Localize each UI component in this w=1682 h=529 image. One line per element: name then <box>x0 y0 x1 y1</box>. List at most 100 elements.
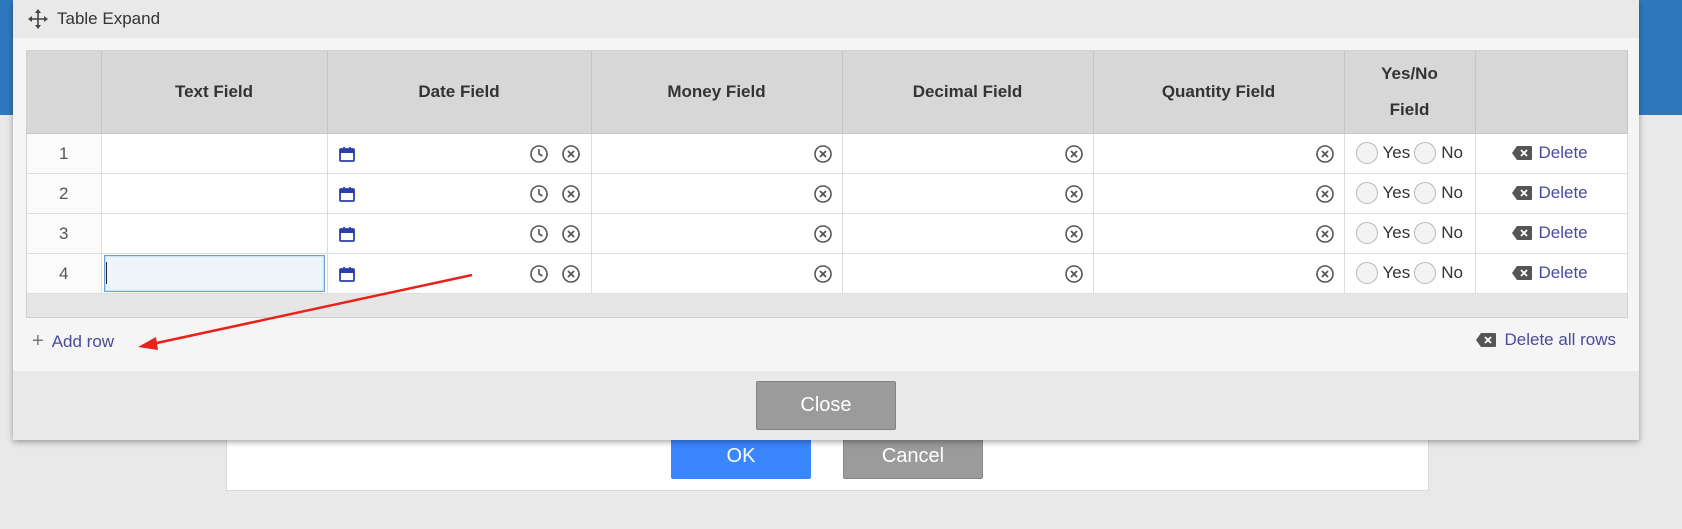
column-header-yes-no-field: Yes/No Field <box>1344 51 1476 134</box>
column-header-quantity-field: Quantity Field <box>1093 51 1345 134</box>
calendar-icon[interactable] <box>338 185 358 205</box>
date-field-cell[interactable] <box>327 253 592 294</box>
row-number: 2 <box>27 173 102 214</box>
money-field-cell[interactable] <box>591 173 843 214</box>
text-caret <box>105 262 107 284</box>
date-field-cell[interactable] <box>327 133 592 174</box>
money-field-cell[interactable] <box>591 133 843 174</box>
decimal-field-cell[interactable] <box>842 133 1094 174</box>
no-label: No <box>1441 183 1463 202</box>
dialog-title: Table Expand <box>57 9 161 28</box>
dialog-footer: Close <box>13 371 1639 440</box>
column-header-actions <box>1475 51 1628 134</box>
clear-icon[interactable] <box>813 264 833 284</box>
yes-no-field-cell: Yes No <box>1344 133 1476 174</box>
clock-icon[interactable] <box>529 184 549 204</box>
table-row: 1 Yes No Delete <box>27 133 1628 174</box>
clock-icon[interactable] <box>529 224 549 244</box>
clear-icon[interactable] <box>1064 184 1084 204</box>
decimal-field-cell[interactable] <box>842 173 1094 214</box>
clear-icon[interactable] <box>1064 264 1084 284</box>
backspace-icon <box>1511 145 1533 161</box>
clear-icon[interactable] <box>1064 224 1084 244</box>
yes-no-field-cell: Yes No <box>1344 173 1476 214</box>
clock-icon[interactable] <box>529 264 549 284</box>
clear-icon[interactable] <box>813 184 833 204</box>
text-field-input[interactable] <box>104 215 325 252</box>
decimal-field-cell[interactable] <box>842 213 1094 254</box>
money-field-cell[interactable] <box>591 253 843 294</box>
yes-radio[interactable] <box>1355 142 1378 164</box>
column-header-money-field: Money Field <box>591 51 843 134</box>
calendar-icon[interactable] <box>338 225 358 245</box>
clear-icon[interactable] <box>1315 264 1335 284</box>
delete-row-button[interactable]: Delete <box>1511 263 1588 283</box>
quantity-field-cell[interactable] <box>1093 133 1345 174</box>
row-number: 3 <box>27 213 102 254</box>
text-field-input[interactable] <box>104 135 325 172</box>
backspace-icon <box>1511 185 1533 201</box>
no-label: No <box>1441 143 1463 162</box>
column-header-date-field: Date Field <box>327 51 592 134</box>
backspace-icon <box>1511 225 1533 241</box>
no-radio[interactable] <box>1414 222 1437 244</box>
clear-icon[interactable] <box>1315 184 1335 204</box>
no-label: No <box>1441 223 1463 242</box>
quantity-field-cell[interactable] <box>1093 253 1345 294</box>
table-row: 4 Yes No Delete <box>27 253 1628 294</box>
delete-cell: Delete <box>1475 213 1628 254</box>
clear-icon[interactable] <box>561 264 581 284</box>
table-expand-dialog: Table Expand Text Field Date Field Money… <box>13 0 1639 440</box>
yes-label: Yes <box>1382 183 1411 202</box>
money-field-cell[interactable] <box>591 213 843 254</box>
backspace-icon <box>1511 265 1533 281</box>
column-header-text-field: Text Field <box>101 51 328 134</box>
yes-radio[interactable] <box>1355 222 1378 244</box>
date-field-cell[interactable] <box>327 213 592 254</box>
no-radio[interactable] <box>1414 182 1437 204</box>
data-table-container: Text Field Date Field Money Field Decima… <box>26 50 1628 318</box>
calendar-icon[interactable] <box>338 145 358 165</box>
delete-row-button[interactable]: Delete <box>1511 223 1588 243</box>
text-field-cell[interactable] <box>101 253 328 294</box>
no-radio[interactable] <box>1414 142 1437 164</box>
quantity-field-cell[interactable] <box>1093 213 1345 254</box>
delete-row-label: Delete <box>1538 223 1588 242</box>
add-row-button[interactable]: + Add row <box>32 330 114 353</box>
clear-icon[interactable] <box>561 224 581 244</box>
close-button[interactable]: Close <box>756 381 896 430</box>
text-field-input[interactable] <box>103 255 325 292</box>
date-field-cell[interactable] <box>327 173 592 214</box>
cancel-button[interactable]: Cancel <box>843 434 983 479</box>
yes-radio[interactable] <box>1355 182 1378 204</box>
clear-icon[interactable] <box>561 144 581 164</box>
yes-label: Yes <box>1382 223 1411 242</box>
dialog-header[interactable]: Table Expand <box>13 0 1639 38</box>
delete-cell: Delete <box>1475 173 1628 214</box>
delete-all-rows-label: Delete all rows <box>1504 330 1617 349</box>
delete-row-label: Delete <box>1538 183 1588 202</box>
text-field-cell[interactable] <box>101 213 328 254</box>
clear-icon[interactable] <box>813 144 833 164</box>
no-radio[interactable] <box>1414 262 1437 284</box>
text-field-cell[interactable] <box>101 133 328 174</box>
delete-row-button[interactable]: Delete <box>1511 183 1588 203</box>
delete-all-rows-button[interactable]: Delete all rows <box>1475 330 1617 350</box>
clock-icon[interactable] <box>529 144 549 164</box>
quantity-field-cell[interactable] <box>1093 173 1345 214</box>
clear-icon[interactable] <box>1315 224 1335 244</box>
calendar-icon[interactable] <box>338 265 358 285</box>
table-row: 2 Yes No Delete <box>27 173 1628 214</box>
text-field-input[interactable] <box>104 175 325 212</box>
ok-button[interactable]: OK <box>671 434 811 479</box>
yes-radio[interactable] <box>1355 262 1378 284</box>
move-icon[interactable] <box>27 8 49 30</box>
delete-row-button[interactable]: Delete <box>1511 143 1588 163</box>
clear-icon[interactable] <box>1064 144 1084 164</box>
yes-no-field-cell: Yes No <box>1344 213 1476 254</box>
clear-icon[interactable] <box>813 224 833 244</box>
clear-icon[interactable] <box>561 184 581 204</box>
decimal-field-cell[interactable] <box>842 253 1094 294</box>
clear-icon[interactable] <box>1315 144 1335 164</box>
text-field-cell[interactable] <box>101 173 328 214</box>
